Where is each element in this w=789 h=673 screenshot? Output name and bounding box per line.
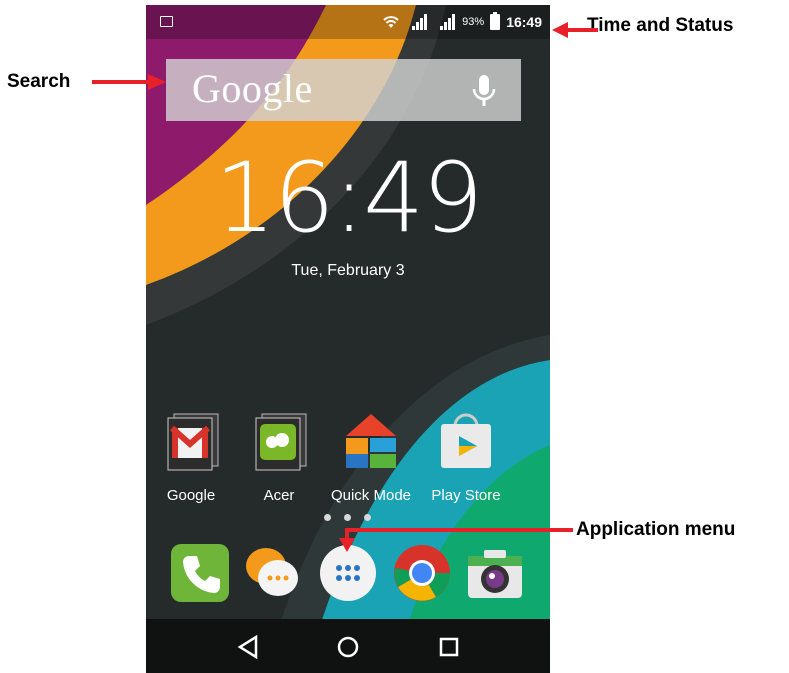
- home-icon[interactable]: [330, 629, 366, 665]
- wifi-icon: [383, 16, 399, 28]
- clock-widget-time[interactable]: 16:49: [146, 150, 550, 246]
- clock-widget-date: Tue, February 3: [291, 262, 405, 279]
- page-dot: [344, 514, 351, 521]
- gmail-folder-icon: [167, 413, 219, 471]
- signal-sim1-icon: [412, 14, 428, 30]
- status-time: 16:49: [506, 14, 542, 30]
- app-acer-folder[interactable]: Acer: [229, 410, 329, 504]
- app-label: Play Store: [431, 487, 501, 504]
- app-quick-mode[interactable]: Quick Mode: [321, 410, 421, 504]
- arrow-app-menu: [339, 528, 573, 552]
- page-dot: [364, 514, 371, 521]
- page-dot: [324, 514, 331, 521]
- quick-mode-icon: [346, 414, 396, 468]
- app-label: Acer: [263, 487, 295, 504]
- chrome-icon[interactable]: [393, 544, 451, 602]
- acer-folder-icon: [255, 413, 307, 471]
- google-search-bar[interactable]: Google: [166, 59, 521, 121]
- google-logo: Google: [192, 66, 313, 111]
- camera-icon[interactable]: [466, 544, 524, 602]
- battery-percent: 93%: [462, 16, 485, 28]
- app-drawer-icon[interactable]: [319, 544, 377, 602]
- app-label: Quick Mode: [330, 487, 412, 504]
- recents-icon[interactable]: [431, 629, 467, 665]
- annotation-time-status: Time and Status: [587, 15, 734, 36]
- play-store-icon: [441, 413, 491, 468]
- arrow-time-status: [552, 22, 598, 38]
- phone-icon[interactable]: [171, 544, 229, 602]
- back-icon[interactable]: [230, 629, 266, 665]
- page-indicator: [324, 514, 371, 521]
- app-play-store[interactable]: Play Store: [416, 410, 516, 504]
- signal-sim2-icon: [440, 14, 456, 30]
- messaging-icon[interactable]: [244, 544, 302, 602]
- annotation-app-menu: Application menu: [576, 519, 736, 540]
- phone-screen: 93% 16:49 Google 16:49 Tue, February 3 G…: [146, 5, 550, 673]
- arrow-search: [92, 74, 166, 90]
- gallery-notification-icon: [160, 16, 173, 27]
- microphone-icon[interactable]: [469, 73, 499, 109]
- annotation-search: Search: [7, 71, 71, 92]
- navigation-bar: [146, 619, 550, 673]
- status-bar: 93% 16:49: [146, 5, 550, 39]
- app-label: Google: [166, 487, 216, 504]
- app-google-folder[interactable]: Google: [146, 410, 241, 504]
- battery-icon: [490, 12, 501, 30]
